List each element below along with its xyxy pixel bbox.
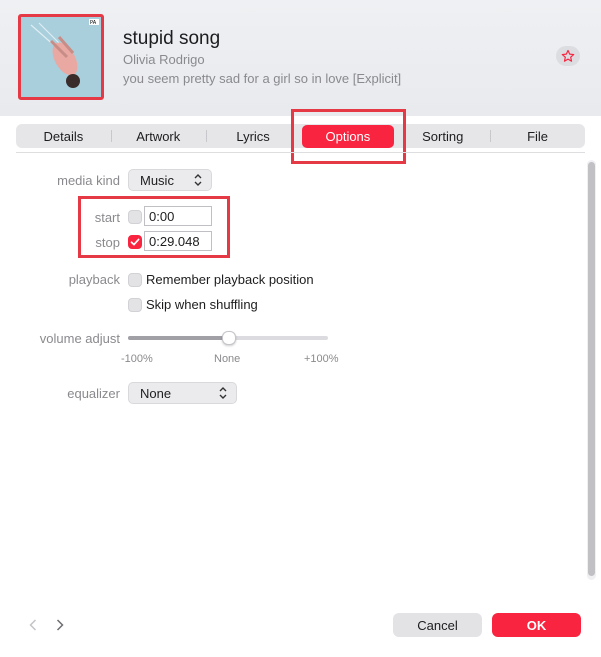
previous-track-button[interactable] <box>26 617 40 633</box>
tab-label: Options <box>301 124 394 148</box>
stop-checkbox[interactable] <box>128 235 142 249</box>
divider <box>16 152 585 153</box>
volume-max-label: +100% <box>304 353 339 365</box>
stop-field[interactable]: 0:29.048 <box>144 231 212 251</box>
chevron-left-icon <box>29 619 37 631</box>
equalizer-label: equalizer <box>67 386 120 401</box>
equalizer-value: None <box>140 385 172 401</box>
svg-text:PA: PA <box>90 20 97 26</box>
favorite-button[interactable] <box>556 46 580 66</box>
tab-bar: Details Artwork Lyrics Options Sorting F… <box>16 124 585 148</box>
volume-min-label: -100% <box>121 353 153 365</box>
tab-label: Artwork <box>136 128 181 144</box>
tab-lyrics[interactable]: Lyrics <box>205 124 301 148</box>
tab-sorting[interactable]: Sorting <box>395 124 490 148</box>
scrollbar[interactable] <box>587 160 596 580</box>
tab-artwork[interactable]: Artwork <box>110 124 206 148</box>
media-kind-popup[interactable]: Music <box>128 169 212 191</box>
track-header: PA stupid song Olivia Rodrigo you seem p… <box>0 0 601 116</box>
start-field[interactable]: 0:00 <box>144 206 212 226</box>
start-label: start <box>94 210 120 225</box>
updown-chevron-icon <box>219 387 227 399</box>
updown-chevron-icon <box>194 174 202 186</box>
equalizer-popup[interactable]: None <box>128 382 237 404</box>
ok-button[interactable]: OK <box>492 613 581 637</box>
cancel-button[interactable]: Cancel <box>393 613 482 637</box>
stop-label: stop <box>95 235 120 250</box>
remember-position-label[interactable]: Remember playback position <box>146 272 314 287</box>
checkmark-icon <box>130 238 140 246</box>
track-artist: Olivia Rodrigo <box>123 52 205 67</box>
scrollbar-thumb[interactable] <box>588 162 595 576</box>
chevron-right-icon <box>56 619 64 631</box>
star-icon <box>561 49 575 62</box>
tab-label: Details <box>43 128 84 144</box>
album-artwork[interactable]: PA <box>18 14 104 100</box>
tab-label: File <box>527 128 549 144</box>
album-artwork-image: PA <box>21 17 101 97</box>
tab-options[interactable]: Options <box>300 124 395 148</box>
track-title: stupid song <box>123 28 221 49</box>
playback-label: playback <box>68 272 120 287</box>
skip-shuffling-checkbox[interactable] <box>128 298 142 312</box>
remember-position-checkbox[interactable] <box>128 273 142 287</box>
tab-file[interactable]: File <box>490 124 585 148</box>
skip-shuffling-label[interactable]: Skip when shuffling <box>146 297 258 312</box>
next-track-button[interactable] <box>53 617 67 633</box>
start-checkbox[interactable] <box>128 210 142 224</box>
media-kind-value: Music <box>140 172 174 188</box>
volume-adjust-label: volume adjust <box>39 331 120 346</box>
track-album: you seem pretty sad for a girl so in lov… <box>123 71 402 86</box>
volume-slider-knob[interactable] <box>222 331 236 345</box>
media-kind-label: media kind <box>57 173 120 188</box>
volume-mid-label: None <box>214 353 241 365</box>
tab-details[interactable]: Details <box>16 124 111 148</box>
tab-label: Sorting <box>422 128 464 144</box>
volume-slider-fill <box>128 336 228 340</box>
tab-label: Lyrics <box>236 128 270 144</box>
